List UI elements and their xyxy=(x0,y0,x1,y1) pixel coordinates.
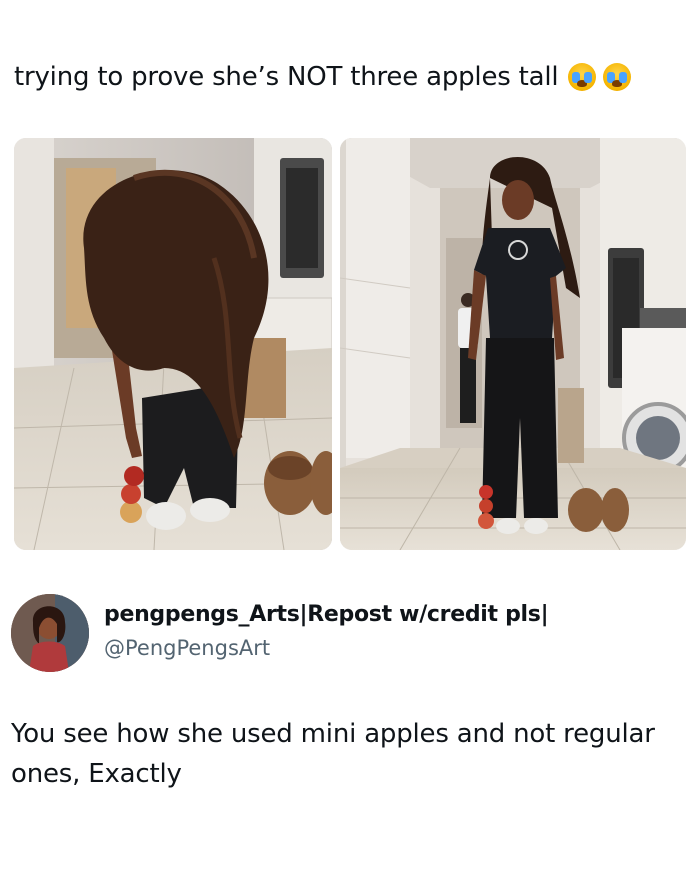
avatar-image xyxy=(11,594,89,672)
loudly-crying-face-icon xyxy=(603,63,632,91)
photo-left-image xyxy=(14,138,332,550)
author-row: pengpengs_Arts|Repost w/credit pls| @Pen… xyxy=(11,594,691,674)
author-display-name[interactable]: pengpengs_Arts|Repost w/credit pls| xyxy=(104,602,549,627)
caption-text: trying to prove she’s NOT three apples t… xyxy=(14,62,559,92)
post-caption: trying to prove she’s NOT three apples t… xyxy=(14,62,694,92)
comment-text: You see how she used mini apples and not… xyxy=(11,719,655,789)
photo-right[interactable] xyxy=(340,138,686,550)
author-handle[interactable]: @PengPengsArt xyxy=(104,636,270,660)
loudly-crying-face-icon xyxy=(568,63,597,91)
photo-left[interactable] xyxy=(14,138,332,550)
photo-right-image xyxy=(340,138,686,550)
avatar[interactable] xyxy=(11,594,89,672)
